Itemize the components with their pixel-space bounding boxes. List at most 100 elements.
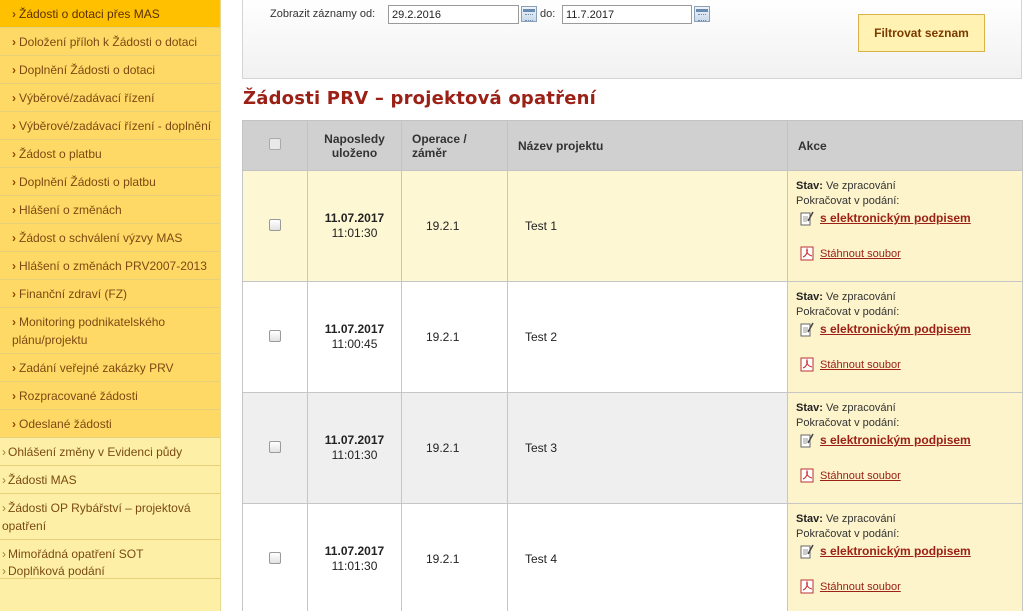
status-value: Ve zpracování: [825, 402, 896, 414]
signature-icon: [800, 211, 814, 226]
filter-list-button[interactable]: Filtrovat seznam: [858, 14, 985, 52]
sidebar-item-zadosti-op-rybarstvi[interactable]: › Žádosti OP Rybářství – projektová opatř…: [0, 494, 220, 540]
chevron-right-icon: ›: [12, 35, 16, 49]
sidebar-item-doplnkova-podani[interactable]: › Doplňková podání: [0, 563, 220, 579]
row-checkbox[interactable]: [269, 329, 281, 342]
sidebar-item-label: Ohlášení změny v Evidenci půdy: [8, 445, 183, 459]
last-saved-cell: 11.07.2017 11:00:45: [307, 281, 402, 393]
row-select-cell: [242, 392, 308, 504]
status-label: Stav:: [796, 402, 823, 414]
download-file-link[interactable]: Stáhnout soubor: [820, 248, 901, 260]
download-file-link[interactable]: Stáhnout soubor: [820, 581, 901, 593]
sidebar-item-zadost-o-schvaleni-vyzvy[interactable]: › Žádost o schválení výzvy MAS: [0, 224, 220, 252]
sidebar-item-rozpracovane-zadosti[interactable]: › Rozpracované žádosti: [0, 382, 220, 410]
date-from-input[interactable]: [388, 5, 519, 24]
download-row: Stáhnout soubor: [796, 468, 1014, 483]
sign-row: s elektronickým podpisem: [796, 321, 1014, 337]
chevron-right-icon: ›: [12, 147, 16, 161]
saved-date: 11.07.2017: [324, 322, 385, 336]
status-block: Stav: Ve zpracování Pokračovat v podání:: [796, 512, 1014, 542]
download-row: Stáhnout soubor: [796, 246, 1014, 261]
pdf-icon: [800, 468, 814, 483]
calendar-icon[interactable]: [694, 6, 710, 22]
project-name-header[interactable]: Název projektu: [507, 120, 788, 171]
status-label: Stav:: [796, 291, 823, 303]
saved-date: 11.07.2017: [324, 433, 385, 447]
sidebar-item-label: Žádost o platbu: [19, 147, 102, 161]
sidebar-item-doplneni-zadosti-o-dotaci[interactable]: › Doplnění Žádosti o dotaci: [0, 56, 220, 84]
saved-time: 11:01:30: [331, 559, 378, 573]
signature-icon: [800, 322, 814, 337]
chevron-right-icon: ›: [12, 91, 16, 105]
table-row: 11.07.2017 11:01:30 19.2.1 Test 4 Stav: V…: [242, 503, 1023, 611]
select-all-checkbox[interactable]: [269, 138, 281, 150]
sidebar-item-hlaseni-o-zmenach[interactable]: › Hlášení o změnách: [0, 196, 220, 224]
sidebar-item-label: Doložení příloh k Žádosti o dotaci: [19, 35, 198, 49]
chevron-right-icon: ›: [2, 501, 6, 515]
chevron-right-icon: ›: [12, 287, 16, 301]
date-from-label: Zobrazit záznamy od:: [270, 8, 376, 20]
status-block: Stav: Ve zpracování Pokračovat v podání:: [796, 179, 1014, 209]
row-checkbox[interactable]: [269, 551, 281, 564]
status-block: Stav: Ve zpracování Pokračovat v podání:: [796, 401, 1014, 431]
sidebar-item-dolozeni-priloh[interactable]: › Doložení příloh k Žádosti o dotaci: [0, 28, 220, 56]
chevron-right-icon: ›: [12, 389, 16, 403]
sidebar-item-monitoring[interactable]: › Monitoring podnikatelského plánu/projek…: [0, 308, 220, 354]
actions-cell: Stav: Ve zpracování Pokračovat v podání: …: [787, 503, 1023, 611]
sidebar-item-doplneni-zadosti-o-platbu[interactable]: › Doplnění Žádosti o platbu: [0, 168, 220, 196]
sidebar-item-zadosti-o-dotaci-pres-mas[interactable]: › Žádosti o dotaci přes MAS: [0, 0, 220, 28]
sidebar-item-vyberove-rizeni-doplneni[interactable]: › Výběrové/zadávací řízení - doplnění: [0, 112, 220, 140]
sidebar-item-financni-zdravi[interactable]: › Finanční zdraví (FZ): [0, 280, 220, 308]
continue-text: Pokračovat v podání:: [796, 417, 900, 429]
sidebar-item-label: Žádosti o dotaci přes MAS: [19, 7, 160, 21]
chevron-right-icon: ›: [2, 445, 6, 459]
sidebar-item-label: Doplnění Žádosti o dotaci: [19, 63, 156, 77]
chevron-right-icon: ›: [12, 417, 16, 431]
chevron-right-icon: ›: [12, 63, 16, 77]
sidebar-item-ohlaseni-zmeny-evidence[interactable]: › Ohlášení změny v Evidenci půdy: [0, 438, 220, 466]
date-to-input[interactable]: [562, 5, 692, 24]
project-name-cell: Test 4: [507, 503, 788, 611]
sidebar-item-hlaseni-prv2007[interactable]: › Hlášení o změnách PRV2007-2013: [0, 252, 220, 280]
chevron-right-icon: ›: [12, 175, 16, 189]
row-select-cell: [242, 281, 308, 393]
saved-date: 11.07.2017: [324, 211, 385, 225]
pdf-icon: [800, 579, 814, 594]
last-saved-header[interactable]: Naposledy uloženo: [307, 120, 402, 171]
last-saved-cell: 11.07.2017 11:01:30: [307, 392, 402, 504]
download-file-link[interactable]: Stáhnout soubor: [820, 470, 901, 482]
sidebar-item-label: Žádosti OP Rybářství – projektová opatře…: [2, 501, 191, 533]
status-block: Stav: Ve zpracování Pokračovat v podání:: [796, 290, 1014, 320]
select-all-header: [242, 120, 308, 171]
calendar-icon[interactable]: [521, 6, 537, 22]
status-label: Stav:: [796, 180, 823, 192]
sign-electronically-link[interactable]: s elektronickým podpisem: [820, 544, 971, 558]
sidebar-item-odeslane-zadosti[interactable]: › Odeslané žádosti: [0, 410, 220, 438]
operation-cell: 19.2.1: [401, 503, 508, 611]
sidebar-item-vyberove-rizeni[interactable]: › Výběrové/zadávací řízení: [0, 84, 220, 112]
sidebar-item-label: Rozpracované žádosti: [19, 389, 138, 403]
sign-electronically-link[interactable]: s elektronickým podpisem: [820, 433, 971, 447]
sidebar-item-zadost-o-platbu[interactable]: › Žádost o platbu: [0, 140, 220, 168]
signature-icon: [800, 544, 814, 559]
sign-electronically-link[interactable]: s elektronickým podpisem: [820, 211, 971, 225]
last-saved-cell: 11.07.2017 11:01:30: [307, 170, 402, 282]
operation-header[interactable]: Operace / záměr: [401, 120, 508, 171]
row-checkbox[interactable]: [269, 218, 281, 231]
chevron-right-icon: ›: [2, 547, 6, 561]
sidebar-item-mimoradna-opatreni[interactable]: › Mimořádná opatření SOT: [0, 540, 220, 563]
download-file-link[interactable]: Stáhnout soubor: [820, 359, 901, 371]
sidebar-item-label: Žádosti MAS: [8, 473, 77, 487]
sidebar-item-label: Doplňková podání: [8, 564, 105, 578]
download-row: Stáhnout soubor: [796, 357, 1014, 372]
last-saved-cell: 11.07.2017 11:01:30: [307, 503, 402, 611]
sidebar-item-zadosti-mas[interactable]: › Žádosti MAS: [0, 466, 220, 494]
sign-electronically-link[interactable]: s elektronickým podpisem: [820, 322, 971, 336]
status-value: Ve zpracování: [825, 513, 896, 525]
saved-date: 11.07.2017: [324, 544, 385, 558]
sign-row: s elektronickým podpisem: [796, 210, 1014, 226]
row-checkbox[interactable]: [269, 440, 281, 453]
sidebar-item-zadani-verejne-zakazky[interactable]: › Zadání veřejné zakázky PRV: [0, 354, 220, 382]
sidebar-item-label: Odeslané žádosti: [19, 417, 112, 431]
filter-panel: Zobrazit záznamy od: do: Filtrovat sezna…: [242, 0, 1022, 79]
